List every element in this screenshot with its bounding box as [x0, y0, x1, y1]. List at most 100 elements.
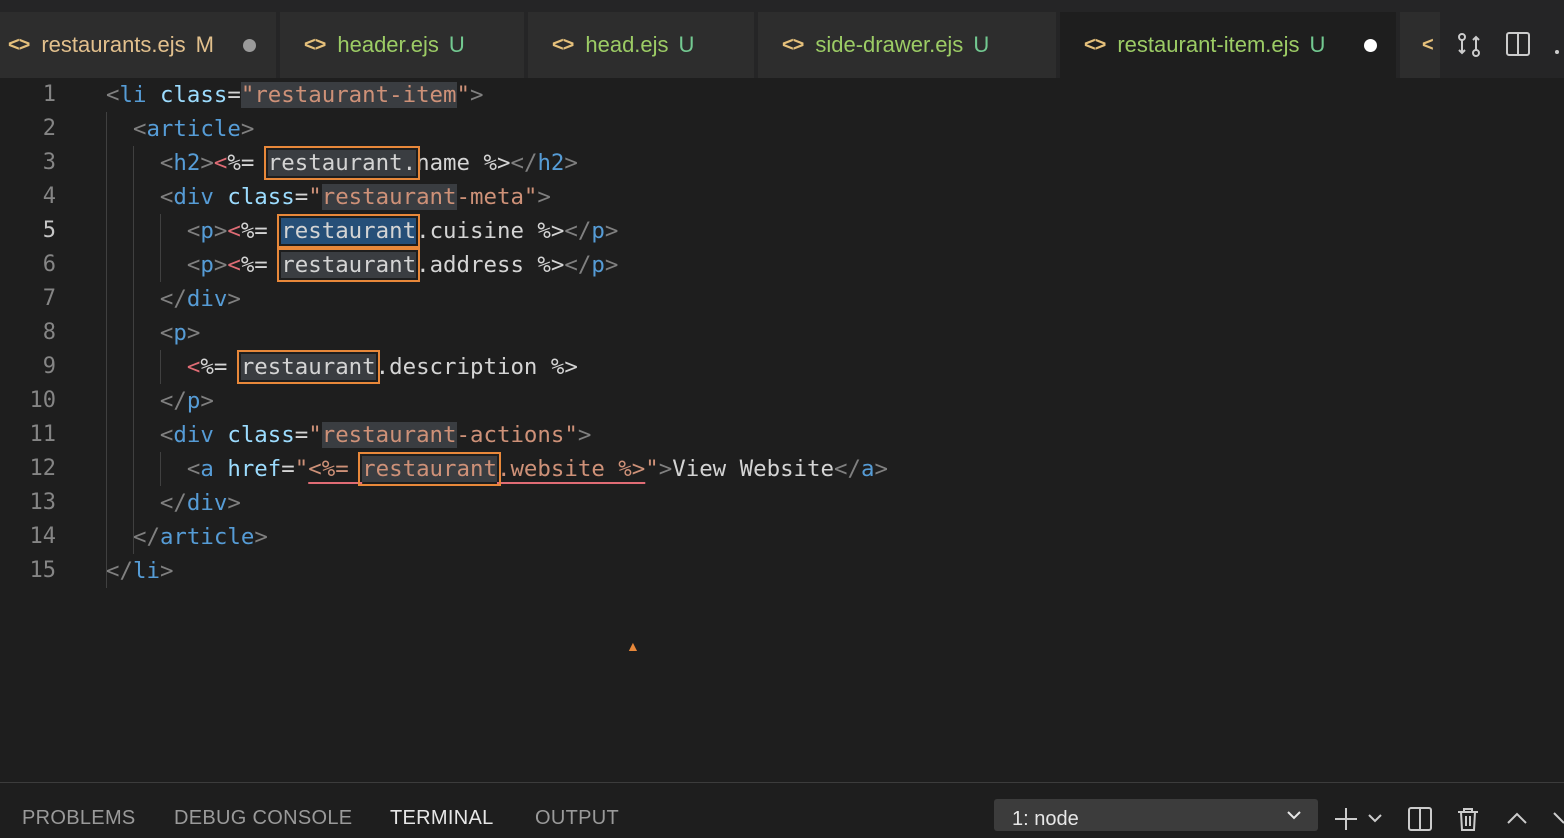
line-number: 5 — [42, 218, 56, 243]
line-number: 11 — [29, 422, 57, 447]
code-token: > — [564, 150, 578, 176]
code-token: = — [281, 456, 295, 482]
code-token: < — [227, 252, 241, 278]
code-token: a — [200, 456, 214, 482]
terminal-select[interactable]: 1: node — [994, 799, 1318, 831]
code-token: p — [591, 252, 605, 278]
trash-icon[interactable] — [1454, 805, 1482, 838]
tab-problems[interactable]: PROBLEMS — [22, 807, 136, 830]
line-number: 15 — [29, 558, 57, 583]
untracked-badge: U — [973, 32, 990, 57]
code-token: > — [604, 252, 619, 278]
code-line[interactable]: <div class="restaurant-meta"> — [106, 180, 551, 214]
code-token: > — [200, 150, 214, 176]
code-editor[interactable]: 1 2 3 4 5 6 7 8 9 10 11 12 13 14 15 <li class="restaur… — [0, 78, 1564, 782]
code-token: > — [200, 388, 214, 414]
code-token: </ — [159, 286, 187, 312]
tab-side-drawer-ejs[interactable]: <> side-drawer.ejs U — [758, 12, 1056, 78]
split-editor-icon[interactable] — [1504, 30, 1532, 63]
code-token: < — [186, 218, 201, 244]
modified-badge: M — [195, 32, 214, 57]
code-bracket-icon: <> — [304, 33, 326, 56]
code-token: > — [227, 286, 241, 312]
code-token: > — [604, 218, 619, 244]
line-number: 3 — [42, 150, 56, 175]
tab-debug-console[interactable]: DEBUG CONSOLE — [174, 807, 352, 830]
close-panel-icon[interactable] — [1552, 805, 1564, 836]
code-token: </ — [510, 150, 538, 176]
code-token: > — [213, 218, 228, 244]
more-actions-icon[interactable] — [1554, 42, 1564, 60]
chevron-down-icon — [1284, 805, 1304, 831]
code-token: restaurant — [277, 214, 421, 248]
code-token: < — [159, 150, 174, 176]
code-token: " — [308, 184, 322, 210]
tab-label: restaurants.ejs — [41, 32, 186, 57]
split-terminal-icon[interactable] — [1406, 805, 1434, 838]
code-token: < — [186, 252, 201, 278]
code-line[interactable]: </div> — [106, 486, 241, 520]
code-token: < — [159, 320, 174, 346]
code-line[interactable]: <%= restaurant.description %> — [106, 350, 578, 384]
maximize-panel-icon[interactable] — [1504, 805, 1530, 836]
tab-header-ejs[interactable]: <> header.ejs U — [280, 12, 524, 78]
line-number: 14 — [29, 524, 57, 549]
code-line[interactable]: </div> — [106, 282, 241, 316]
code-line[interactable]: </article> — [106, 520, 268, 554]
tab-restaurant-item-ejs[interactable]: <> restaurant-item.ejs U — [1060, 12, 1396, 78]
tab-overflow[interactable]: < — [1400, 12, 1440, 78]
code-token: class — [227, 184, 295, 210]
unsaved-dot-icon[interactable] — [1364, 39, 1377, 52]
unsaved-dot-icon[interactable] — [243, 39, 256, 52]
code-token: > — [537, 184, 551, 210]
code-token: p — [186, 388, 201, 414]
code-token: " — [645, 456, 659, 482]
add-terminal-icon[interactable] — [1332, 805, 1360, 838]
tab-restaurants-ejs[interactable]: <> restaurants.ejs M — [0, 12, 276, 78]
compare-changes-icon[interactable] — [1454, 30, 1484, 65]
code-bracket-icon: <> — [1084, 33, 1106, 56]
code-token: -actions" — [456, 422, 578, 448]
code-line[interactable]: </li> — [106, 554, 173, 588]
code-line[interactable]: <p><%= restaurant.address %></p> — [106, 248, 618, 282]
tab-output[interactable]: OUTPUT — [535, 807, 619, 830]
code-token: div — [173, 184, 214, 210]
code-token: " — [240, 82, 255, 108]
code-token: > — [213, 252, 228, 278]
code-line[interactable]: <article> — [106, 112, 254, 146]
code-token: -meta" — [456, 184, 538, 210]
bottom-panel: PROBLEMS DEBUG CONSOLE TERMINAL OUTPUT 1… — [0, 782, 1564, 831]
tab-label: header.ejs — [337, 32, 439, 57]
code-token: </ — [132, 524, 160, 550]
code-line[interactable]: <a href="<%= restaurant.website %>">View… — [106, 452, 888, 486]
line-number: 4 — [42, 184, 56, 209]
tab-head-ejs[interactable]: <> head.ejs U — [528, 12, 754, 78]
dropdown-icon[interactable] — [1366, 809, 1384, 832]
code-line[interactable]: <p><%= restaurant.cuisine %></p> — [106, 214, 618, 248]
code-line[interactable]: <p> — [106, 316, 200, 350]
code-token: .description %> — [375, 354, 578, 380]
tab-terminal[interactable]: TERMINAL — [390, 807, 494, 830]
code-token: %= — [240, 252, 282, 278]
code-token: " — [308, 422, 322, 448]
code-line[interactable]: </p> — [106, 384, 214, 418]
code-line[interactable]: <div class="restaurant-actions"> — [106, 418, 591, 452]
code-line[interactable]: <h2><%= restaurant.name %></h2> — [106, 146, 578, 180]
code-token: .website %> — [496, 456, 646, 482]
code-line[interactable]: <li class="restaurant-item"> — [106, 78, 484, 112]
code-token: h2 — [173, 150, 201, 176]
